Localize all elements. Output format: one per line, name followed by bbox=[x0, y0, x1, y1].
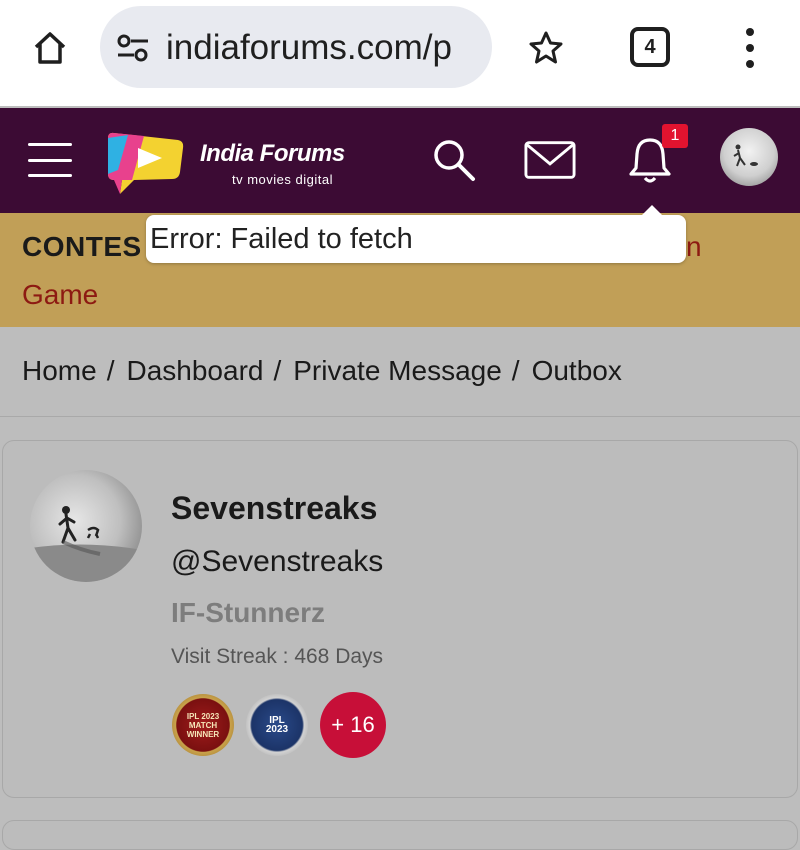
breadcrumb-separator: / bbox=[511, 355, 520, 386]
tab-count: 4 bbox=[644, 35, 656, 58]
avatar[interactable] bbox=[720, 128, 778, 186]
divider bbox=[0, 416, 800, 417]
profile-avatar[interactable] bbox=[30, 470, 142, 582]
hamburger-icon[interactable] bbox=[28, 143, 72, 177]
banner-text[interactable]: CONTES bbox=[22, 231, 142, 263]
url-text[interactable]: indiaforums.com/p bbox=[166, 28, 480, 68]
breadcrumb: Home / Dashboard / Private Message / Out… bbox=[22, 355, 622, 387]
tab-switcher-icon[interactable]: 4 bbox=[630, 27, 670, 67]
visit-streak: Visit Streak : 468 Days bbox=[171, 645, 384, 668]
bookmark-star-icon[interactable] bbox=[524, 26, 568, 70]
logo-icon[interactable] bbox=[104, 130, 186, 201]
logo-tagline: tv movies digital bbox=[232, 172, 333, 187]
home-icon[interactable] bbox=[26, 24, 74, 72]
breadcrumb-private-message[interactable]: Private Message bbox=[293, 355, 502, 387]
profile-display-name[interactable]: Sevenstreaks bbox=[171, 490, 377, 527]
breadcrumb-separator: / bbox=[273, 355, 282, 386]
notification-error-tooltip: Error: Failed to fetch bbox=[146, 205, 686, 263]
profile-handle: @Sevenstreaks bbox=[171, 545, 384, 578]
ipl-2023-badge-icon[interactable]: IPL 2023 bbox=[246, 694, 308, 756]
breadcrumb-dashboard[interactable]: Dashboard bbox=[126, 355, 263, 387]
mail-icon[interactable] bbox=[524, 134, 576, 186]
address-bar[interactable]: indiaforums.com/p bbox=[100, 6, 492, 88]
badge-label: IPL 2023 MATCH WINNER bbox=[186, 711, 220, 739]
next-card bbox=[2, 820, 798, 850]
breadcrumb-home[interactable]: Home bbox=[22, 355, 97, 387]
more-badges-button[interactable]: + 16 bbox=[320, 692, 386, 758]
browser-toolbar: indiaforums.com/p 4 bbox=[0, 0, 800, 106]
banner-link[interactable]: Game bbox=[22, 279, 98, 311]
banner-text-end[interactable]: n bbox=[686, 231, 702, 263]
site-settings-icon[interactable] bbox=[116, 33, 152, 68]
search-icon[interactable] bbox=[428, 134, 480, 186]
more-vert-icon[interactable] bbox=[732, 24, 768, 72]
logo-title[interactable]: India Forums bbox=[200, 140, 345, 168]
breadcrumb-separator: / bbox=[106, 355, 115, 386]
error-message: Error: Failed to fetch bbox=[150, 223, 413, 255]
breadcrumb-outbox: Outbox bbox=[531, 355, 622, 386]
badge-label: IPL 2023 bbox=[265, 715, 289, 735]
profile-rank: IF-Stunnerz bbox=[171, 597, 325, 628]
notification-count-badge[interactable]: 1 bbox=[662, 124, 688, 148]
award-badge-icon[interactable]: IPL 2023 MATCH WINNER bbox=[172, 694, 234, 756]
